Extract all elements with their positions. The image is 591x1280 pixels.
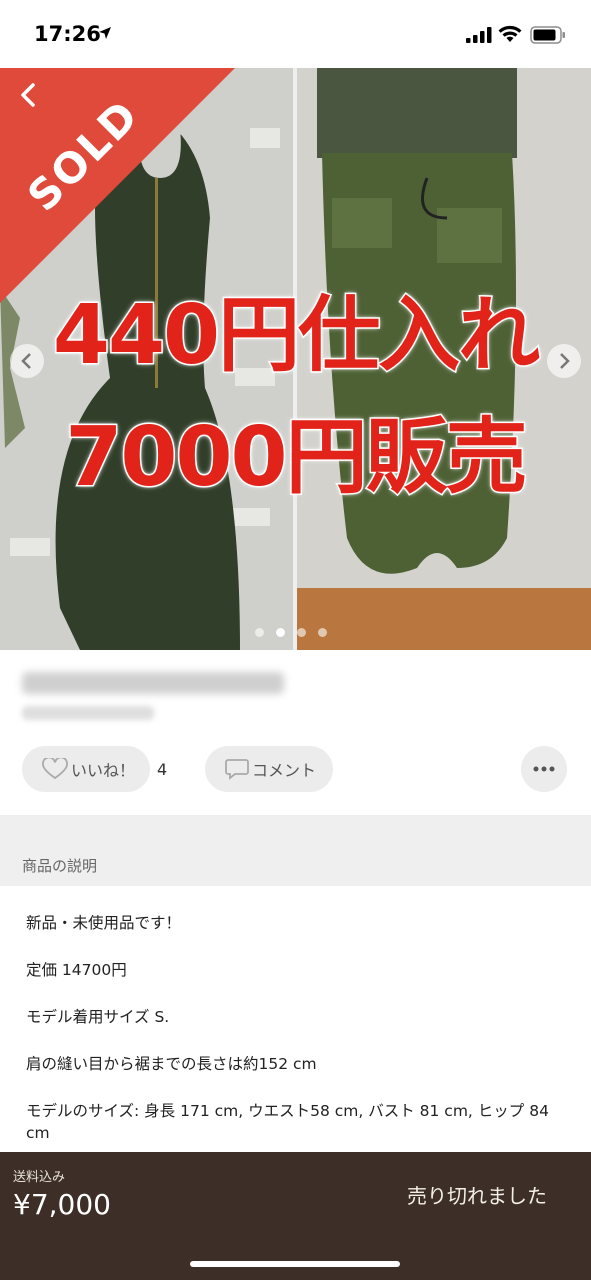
description-section-header: 商品の説明 [0, 815, 591, 886]
like-button[interactable]: いいね！ [22, 746, 150, 792]
description-line: モデルのサイズ: 身長 171 cm, ウエスト58 cm, バスト 81 cm… [26, 1102, 549, 1142]
description-heading: 商品の説明 [22, 857, 98, 875]
back-chevron-icon[interactable] [14, 80, 44, 110]
status-time: 17:26 [34, 22, 101, 46]
carousel-pagination [255, 622, 339, 637]
purchase-footer: 送料込み ¥7,000 売り切れました [0, 1152, 591, 1280]
cellular-signal-icon [466, 27, 492, 43]
more-options-button[interactable] [521, 746, 567, 792]
shipping-included-label: 送料込み [13, 1170, 66, 1185]
item-price: ¥7,000 [13, 1188, 111, 1221]
description-line: 新品・未使用品です！ [26, 914, 182, 932]
description-line: 定価 14700円 [26, 961, 127, 979]
comment-bubble-icon [225, 759, 249, 780]
battery-icon [530, 26, 565, 44]
item-brand-blurred [22, 706, 154, 720]
chevron-right-icon [560, 353, 570, 369]
carousel-dot[interactable] [318, 628, 327, 637]
like-label: いいね！ [71, 761, 136, 780]
home-indicator[interactable] [190, 1261, 400, 1267]
sold-out-status: 売り切れました [407, 1184, 547, 1208]
wifi-icon [498, 25, 522, 42]
carousel-dot[interactable] [255, 628, 264, 637]
status-bar: 17:26 [0, 0, 591, 68]
product-image-carousel[interactable]: SOLD 440円仕入れ 7000円販売 [0, 68, 591, 650]
chevron-left-icon [21, 353, 31, 369]
ellipsis-icon [533, 766, 555, 772]
overlay-caption-sale: 7000円販売 [64, 409, 529, 507]
item-title-blurred [22, 672, 284, 694]
overlay-caption-purchase: 440円仕入れ [51, 287, 541, 385]
description-line: 肩の縫い目から裾までの長さは約152 cm [26, 1055, 317, 1073]
carousel-next-button[interactable] [547, 344, 581, 378]
location-arrow-icon [99, 27, 111, 39]
comment-label: コメント [252, 761, 317, 780]
description-line: モデル着用サイズ S. [26, 1008, 170, 1026]
carousel-dot-active[interactable] [276, 628, 285, 637]
carousel-dot[interactable] [297, 628, 306, 637]
heart-icon [42, 758, 68, 780]
comment-button[interactable]: コメント [205, 746, 333, 792]
description-body: 新品・未使用品です！ 定価 14700円 モデル着用サイズ S. 肩の縫い目から… [26, 912, 574, 1169]
like-count: 4 [157, 760, 168, 779]
carousel-prev-button[interactable] [10, 344, 44, 378]
